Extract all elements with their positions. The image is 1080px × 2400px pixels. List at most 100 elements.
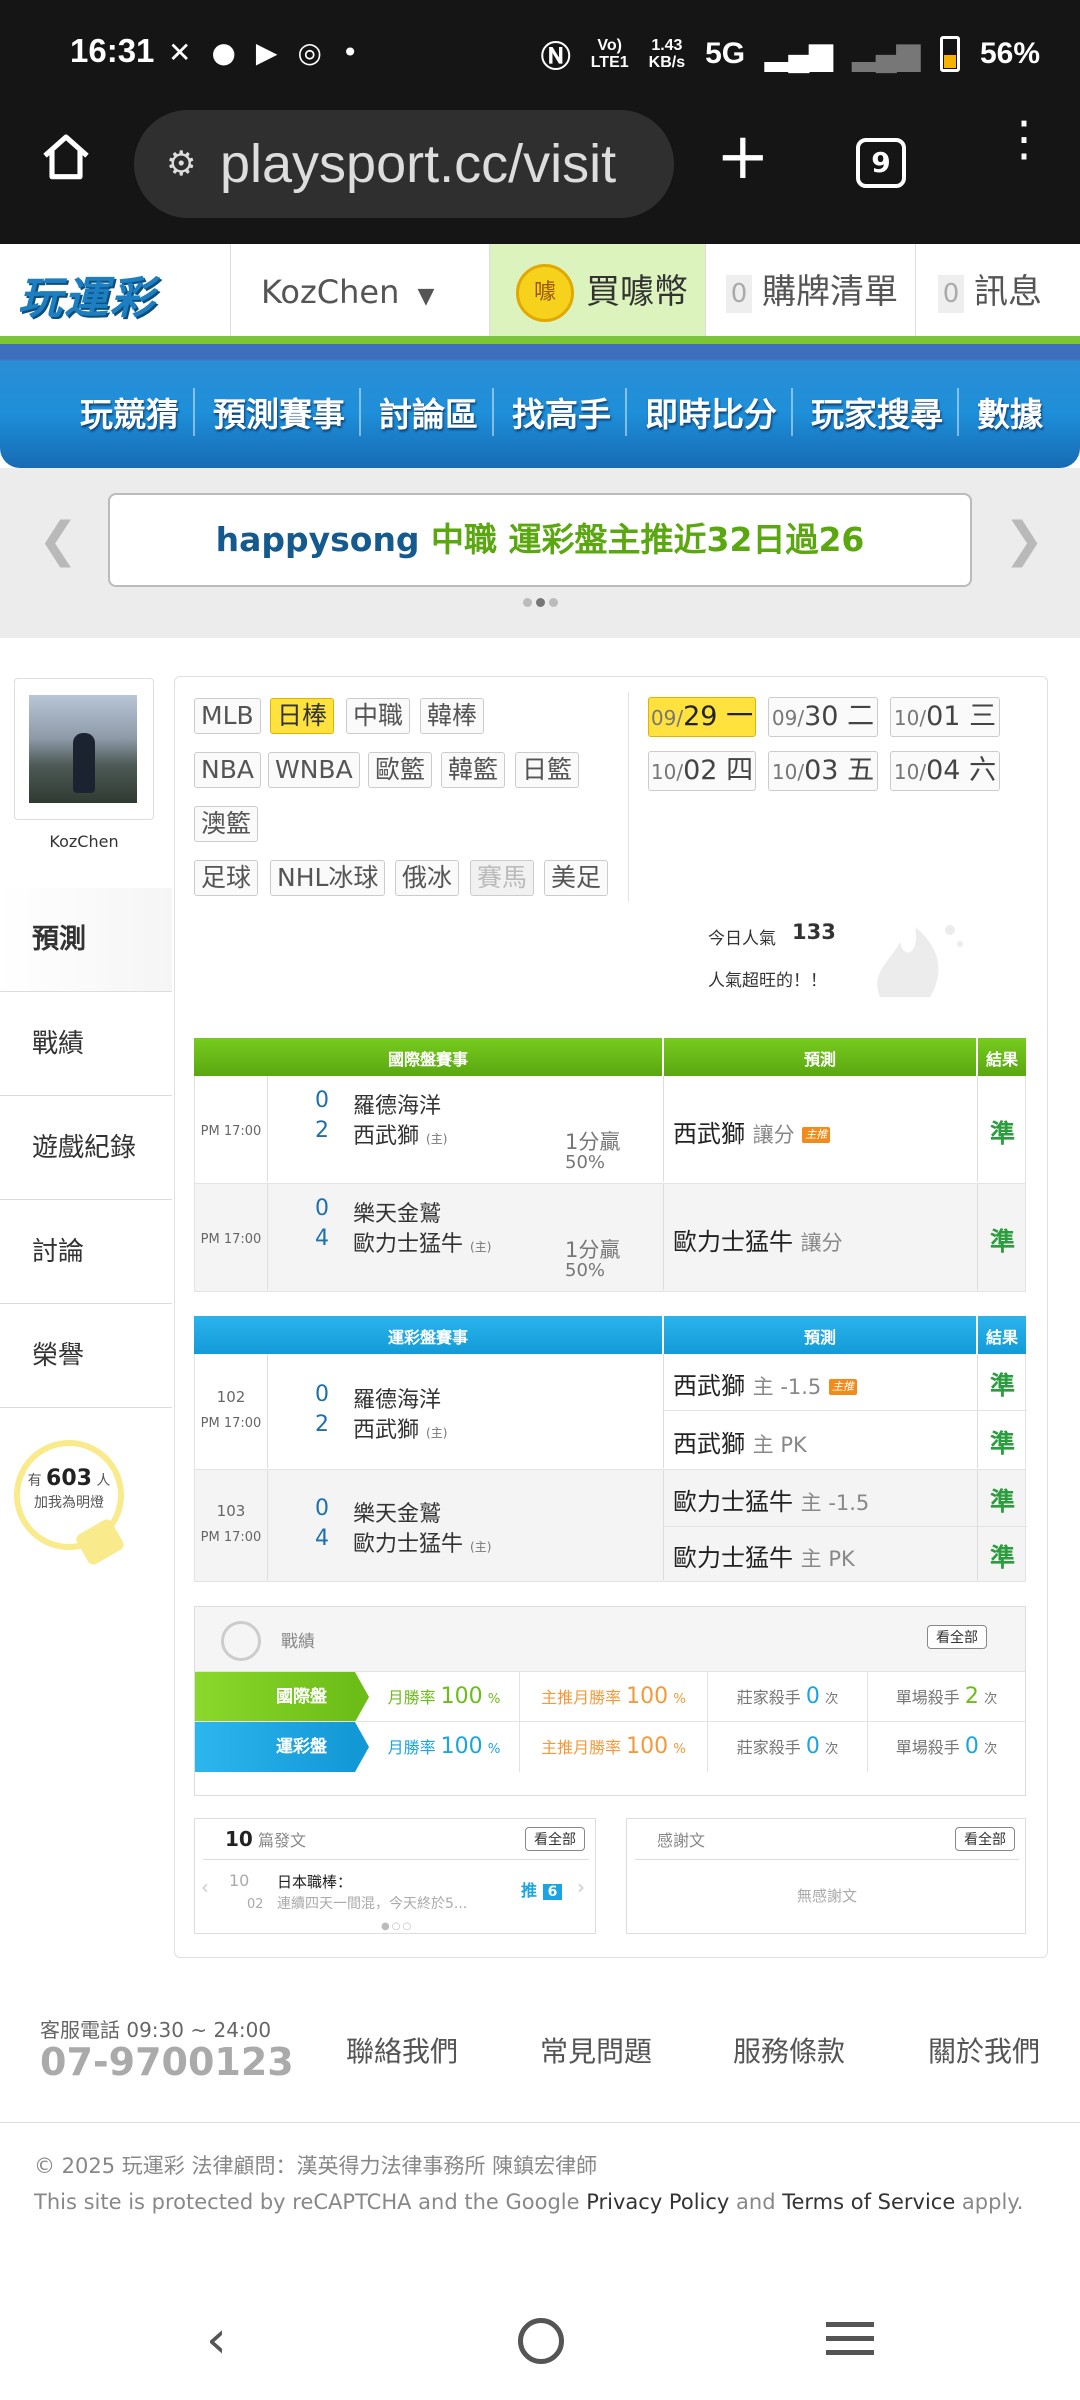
main-nav: 玩競猜 預測賽事 討論區 找高手 即時比分 玩家搜尋 數據 [0, 344, 1080, 468]
coin-icon: 噱 [516, 264, 574, 322]
league-kor-bball[interactable]: 韓籃 [441, 752, 506, 788]
nav-item-livescore[interactable]: 即時比分 [645, 388, 793, 436]
privacy-link[interactable]: Privacy Policy [586, 2190, 729, 2214]
league-soccer[interactable]: 足球 [194, 860, 259, 896]
date-1004[interactable]: 10/04 六 [890, 751, 1000, 791]
address-bar[interactable]: ⚙ playsport.cc/visit [134, 110, 674, 218]
user-dropdown[interactable]: KozChen ▼ [230, 244, 490, 340]
popularity-note: 人氣超旺的！！ [708, 971, 827, 991]
notification-icons: ✕ ● ▶ ◎ • [168, 36, 358, 69]
league-euro-bball[interactable]: 歐籃 [368, 752, 433, 788]
side-item-record[interactable]: 戰績 [0, 992, 172, 1096]
intl-row-1: PM 17:00 0 羅德海洋 2 西武獅 (主) 1分贏 50% 西武獅 讓分… [194, 1076, 1026, 1184]
net-speed: 1.43 KB/s [648, 37, 686, 71]
volte-indicator: Vo) LTE1 [590, 37, 629, 71]
line-app-icon: ● [211, 36, 236, 69]
dot-icon: • [341, 36, 359, 69]
chevron-left-icon[interactable]: ‹ [201, 1875, 209, 1899]
date-1001[interactable]: 10/01 三 [890, 697, 1000, 737]
home-icon[interactable] [38, 130, 94, 190]
post-snippet[interactable]: 連續四天一間混，今天終於5... [277, 1893, 467, 1913]
league-jp-bball[interactable]: 日籃 [515, 752, 580, 788]
site-settings-icon[interactable]: ⚙ [166, 110, 196, 218]
record-title: 戰績 [281, 1632, 315, 1652]
lottery-row-2: 103 PM 17:00 0 樂天金鷲 4 歐力士猛牛 (主) 歐力士猛牛 主 … [194, 1470, 1027, 1582]
x-app-icon: ✕ [168, 36, 192, 69]
avatar[interactable] [14, 678, 154, 820]
buy-coin-button[interactable]: 噱 買噱幣 [490, 244, 705, 340]
league-kbo[interactable]: 韓棒 [420, 698, 485, 734]
date-1003[interactable]: 10/03 五 [768, 751, 878, 791]
battery-level: 56% [979, 37, 1040, 70]
message-count: 0 [938, 274, 964, 313]
tabs-button[interactable]: 9 [856, 138, 906, 188]
header-accent-line [0, 336, 1080, 344]
league-nfl[interactable]: 美足 [544, 860, 609, 896]
carousel-dots [523, 598, 558, 607]
caret-down-icon: ▼ [417, 284, 435, 309]
side-item-game-log[interactable]: 遊戲紀錄 [0, 1096, 172, 1200]
back-icon[interactable]: ‹ [206, 2310, 227, 2370]
main-pick-badge: 主推 [802, 1127, 831, 1143]
nav-item-experts[interactable]: 找高手 [512, 388, 627, 436]
nav-item-forum[interactable]: 討論區 [379, 388, 494, 436]
date-0929[interactable]: 09/29 一 [648, 697, 756, 737]
side-item-discuss[interactable]: 討論 [0, 1200, 172, 1304]
side-item-predict[interactable]: 預測 [0, 888, 172, 992]
record-row-intl: 國際盤 月勝率 100 % 主推月勝率 100 % 莊家殺手 0 次 單場殺手 … [195, 1671, 1025, 1722]
league-nba[interactable]: NBA [194, 752, 261, 788]
post-title[interactable]: 日本職棒： [277, 1871, 352, 1892]
league-npb[interactable]: 日棒 [270, 698, 335, 734]
cart-count: 0 [726, 274, 752, 313]
battery-icon [939, 36, 960, 72]
thanks-view-all-button[interactable]: 看全部 [955, 1827, 1015, 1851]
league-wnba[interactable]: WNBA [268, 752, 360, 788]
nav-item-predict[interactable]: 預測賽事 [213, 388, 361, 436]
footer-terms-link[interactable]: 服務條款 [733, 2030, 845, 2070]
cart-link[interactable]: 0 購牌清單 [705, 244, 915, 340]
posts-view-all-button[interactable]: 看全部 [525, 1827, 585, 1851]
new-tab-icon[interactable]: + [716, 120, 770, 194]
league-cpbl[interactable]: 中職 [346, 698, 411, 734]
side-item-honor[interactable]: 榮譽 [0, 1304, 172, 1408]
footer-about-link[interactable]: 關於我們 [928, 2030, 1040, 2070]
date-1002[interactable]: 10/02 四 [648, 751, 756, 791]
lottery-row-1: 102 PM 17:00 0 羅德海洋 2 西武獅 (主) 西武獅 主 -1.5… [194, 1354, 1027, 1470]
record-view-all-button[interactable]: 看全部 [927, 1625, 987, 1649]
site-logo[interactable]: 玩運彩 [18, 262, 156, 326]
thanks-box: 感謝文 看全部 無感謝文 [626, 1818, 1026, 1934]
nav-item-data[interactable]: 數據 [977, 388, 1057, 436]
nav-item-guess[interactable]: 玩競猜 [80, 388, 195, 436]
chevron-left-icon[interactable]: ❮ [38, 512, 78, 568]
nav-item-player-search[interactable]: 玩家搜尋 [811, 388, 959, 436]
messages-link[interactable]: 0 訊息 [915, 244, 1080, 340]
league-khl[interactable]: 俄冰 [395, 860, 460, 896]
recents-icon[interactable] [826, 2322, 874, 2355]
league-nhl[interactable]: NHL冰球 [270, 860, 386, 896]
league-divider [628, 692, 629, 902]
posts-box: 10 篇發文 看全部 ‹ 10 02 日本職棒： 連續四天一間混，今天終於5..… [194, 1818, 596, 1934]
flame-icon [860, 912, 970, 1002]
league-mlb[interactable]: MLB [194, 698, 261, 734]
system-indicators: Ⓝ Vo) LTE1 1.43 KB/s 5G ▂▄▆ ▂▄▆ 56% [541, 32, 1040, 76]
more-menu-icon[interactable]: ⋮ [1000, 115, 1048, 163]
phone-label: 客服電話 09:30 ~ 24:00 [40, 2018, 272, 2042]
date-0930[interactable]: 09/30 二 [768, 697, 878, 737]
league-aus-bball[interactable]: 澳籃 [194, 806, 259, 842]
phone-number[interactable]: 07-9700123 [40, 2040, 294, 2084]
banner-text[interactable]: happysong 中職 運彩盤主推近32日過26 [108, 493, 972, 587]
intl-table-header: 國際盤賽事 預測 結果 [194, 1038, 1026, 1076]
chevron-right-icon[interactable]: › [577, 1875, 585, 1899]
footer-contact-link[interactable]: 聯絡我們 [346, 2030, 458, 2070]
lottery-table-header: 運彩盤賽事 預測 結果 [194, 1316, 1026, 1354]
chevron-right-icon[interactable]: ❯ [1004, 512, 1044, 568]
home-nav-icon[interactable] [518, 2318, 564, 2364]
network-type: 5G [705, 37, 746, 70]
status-bar: 16:31 ✕ ● ▶ ◎ • Ⓝ Vo) LTE1 1.43 KB/s 5G ▂▄… [0, 0, 1080, 112]
main-pick-badge: 主推 [828, 1379, 857, 1395]
copyright: © 2025 玩運彩 法律顧問：漢英得力法律事務所 陳鎮宏律師 [34, 2154, 598, 2178]
target-icon [221, 1621, 261, 1661]
terms-link[interactable]: Terms of Service [782, 2190, 955, 2214]
record-box: 戰績 看全部 國際盤 月勝率 100 % 主推月勝率 100 % 莊家殺手 0 … [194, 1606, 1026, 1796]
footer-faq-link[interactable]: 常見問題 [540, 2030, 652, 2070]
